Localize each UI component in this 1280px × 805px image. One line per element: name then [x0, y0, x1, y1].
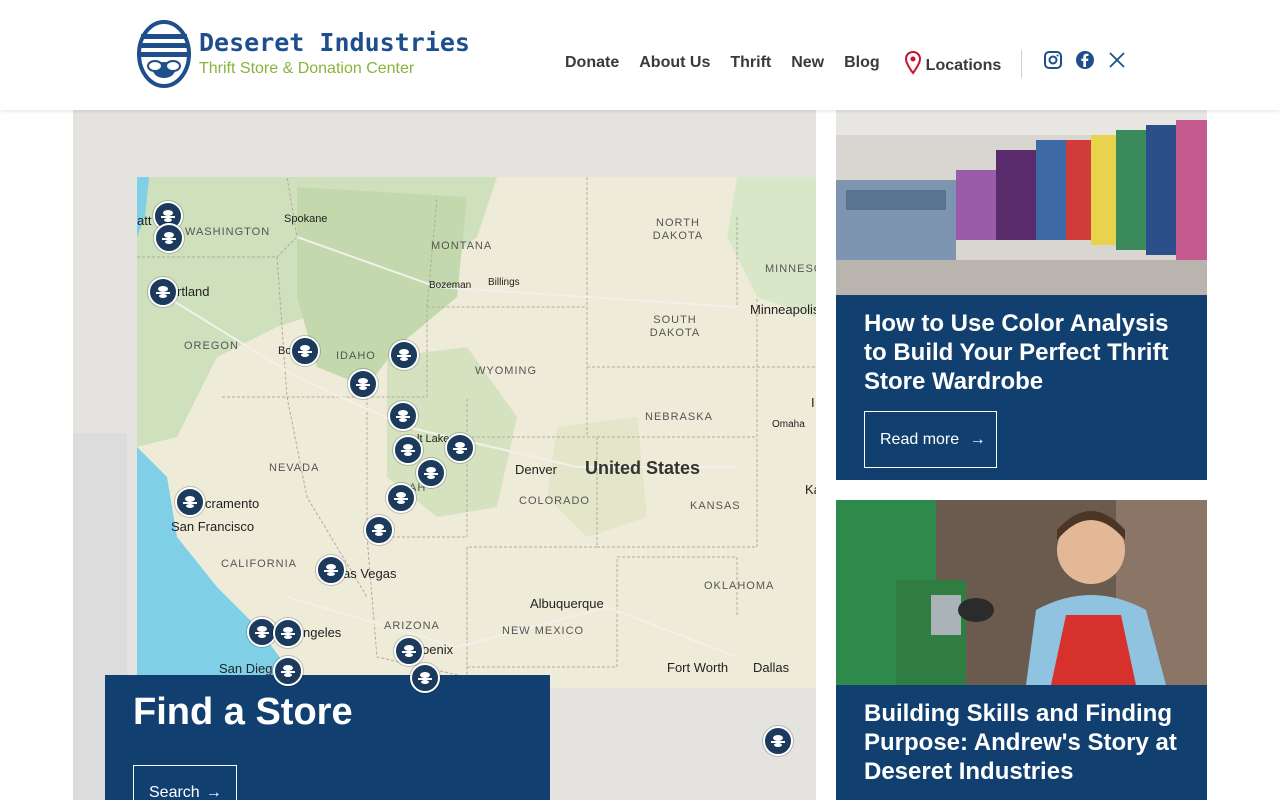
city-label: oenix [422, 642, 454, 657]
arrow-right-icon: → [969, 431, 986, 448]
store-map[interactable]: WASHINGTON MONTANA NORTH DAKOTA MINNES O … [137, 177, 816, 688]
state-label: KANSAS [690, 500, 741, 512]
find-store-title: Find a Store [133, 691, 353, 733]
city-label: ngeles [303, 625, 342, 640]
store-marker-icon[interactable] [410, 663, 440, 693]
store-marker-icon[interactable] [393, 435, 423, 465]
state-label: WYOMING [475, 365, 537, 377]
logo[interactable]: Deseret Industries Thrift Store & Donati… [137, 19, 470, 89]
search-button-label: Search [149, 784, 200, 801]
state-label: NEW MEXICO [502, 625, 585, 637]
city-label: San Francisco [171, 519, 255, 534]
nav-about-us[interactable]: About Us [639, 54, 710, 72]
facebook-icon[interactable] [1075, 50, 1095, 70]
map-terrain [137, 177, 816, 688]
worker-at-machine-image [836, 500, 1207, 685]
state-label: NEBRASKA [645, 411, 713, 423]
city-label: as Vegas [343, 566, 397, 581]
store-marker-icon[interactable] [388, 401, 418, 431]
arrow-right-icon: → [205, 784, 222, 801]
city-label: Ka [805, 482, 816, 497]
store-marker-icon[interactable] [273, 656, 303, 686]
city-label: Fort Worth [667, 660, 729, 675]
store-marker-icon[interactable] [386, 483, 416, 513]
nav-thrift[interactable]: Thrift [730, 54, 771, 72]
state-label: ARIZONA [384, 620, 440, 632]
city-label: San Dieg [219, 661, 273, 676]
main-nav: Donate About Us Thrift New Blog Location… [565, 44, 1001, 82]
store-marker-icon[interactable] [290, 336, 320, 366]
city-label: Dallas [753, 660, 790, 675]
city-label: rtland [177, 284, 210, 299]
store-marker-icon[interactable] [416, 458, 446, 488]
store-marker-icon[interactable] [348, 369, 378, 399]
nav-donate[interactable]: Donate [565, 54, 619, 72]
store-marker-icon[interactable] [273, 618, 303, 648]
nav-blog[interactable]: Blog [844, 54, 880, 72]
beehive-logo-icon [137, 20, 191, 88]
site-header: Deseret Industries Thrift Store & Donati… [0, 0, 1280, 110]
state-label: COLORADO [519, 495, 590, 507]
location-pin-icon [904, 51, 921, 75]
store-marker-icon[interactable] [316, 555, 346, 585]
store-marker-icon[interactable] [394, 636, 424, 666]
city-label: Omaha [772, 419, 805, 430]
state-label: NORTH DAKOTA [652, 217, 704, 242]
store-marker-icon[interactable] [389, 340, 419, 370]
read-more-label: Read more [880, 431, 960, 448]
city-label: Bozeman [429, 280, 472, 291]
x-icon[interactable] [1107, 50, 1127, 70]
state-label: CALIFORNIA [221, 558, 298, 570]
store-marker-icon[interactable] [154, 223, 184, 253]
brand-subtitle: Thrift Store & Donation Center [199, 60, 415, 77]
state-label: OKLAHOMA [704, 580, 775, 592]
store-marker-icon[interactable] [763, 726, 793, 756]
nav-divider [1021, 50, 1022, 78]
search-button[interactable]: Search → [133, 765, 237, 805]
nav-new[interactable]: New [791, 54, 824, 72]
article-title: Building Skills and Finding Purpose: And… [864, 700, 1177, 785]
store-marker-icon[interactable] [148, 277, 178, 307]
city-label: Minneapolis [750, 302, 816, 317]
city-label: I [811, 395, 815, 410]
nav-locations-label: Locations [925, 57, 1002, 74]
store-marker-icon[interactable] [364, 515, 394, 545]
state-label: MINNESO [765, 263, 816, 275]
city-label: Albuquerque [530, 596, 604, 611]
store-marker-icon[interactable] [175, 487, 205, 517]
city-label: att [137, 213, 152, 228]
state-label: NEVADA [269, 462, 320, 474]
city-label: Billings [488, 277, 520, 288]
store-marker-icon[interactable] [445, 433, 475, 463]
thrift-store-clothing-racks-image [836, 110, 1207, 295]
article-title: How to Use Color Analysis to Build Your … [864, 310, 1169, 395]
state-label: SOUTH DAKOTA [649, 314, 701, 339]
article-card[interactable]: How to Use Color Analysis to Build Your … [836, 110, 1207, 480]
state-label: IDAHO [336, 350, 376, 362]
map-country-label: United States [585, 458, 701, 478]
instagram-icon[interactable] [1043, 50, 1063, 70]
state-label: WASHINGTON [185, 226, 271, 238]
read-more-button[interactable]: Read more → [864, 411, 997, 468]
state-label: MONTANA [431, 240, 493, 252]
article-card[interactable]: Building Skills and Finding Purpose: And… [836, 500, 1207, 800]
city-label: cramento [205, 496, 260, 511]
city-label: Denver [515, 462, 557, 477]
city-label: Spokane [284, 213, 328, 225]
nav-locations[interactable]: Locations [904, 51, 1002, 75]
find-store-panel: Find a Store Search → [105, 675, 550, 805]
brand-title: Deseret Industries [199, 28, 470, 57]
state-label: OREGON [184, 340, 239, 352]
social-links [1043, 50, 1139, 70]
